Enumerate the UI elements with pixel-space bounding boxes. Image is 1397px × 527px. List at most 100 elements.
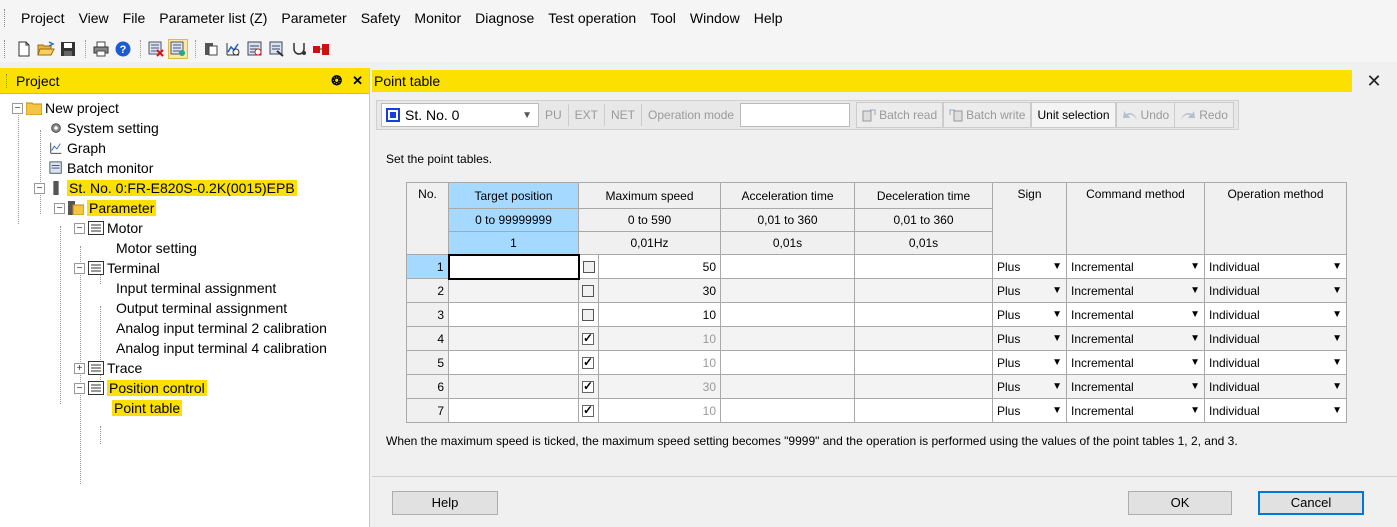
menu-view[interactable]: View	[72, 0, 116, 36]
accel-cell[interactable]	[720, 302, 855, 327]
max-speed-checkbox[interactable]	[582, 309, 594, 322]
sign-select[interactable]: Plus ▼	[992, 302, 1067, 327]
operation-select[interactable]: Individual ▼	[1204, 350, 1347, 375]
max-speed-checkbox[interactable]	[582, 261, 595, 274]
row-number[interactable]: 2	[406, 278, 449, 303]
print-icon[interactable]	[91, 39, 111, 59]
target-position-cell[interactable]	[448, 302, 579, 327]
command-select[interactable]: Incremental ▼	[1066, 398, 1205, 423]
system-online-icon[interactable]	[168, 39, 188, 59]
row-number[interactable]: 3	[406, 302, 449, 327]
menu-help[interactable]: Help	[747, 0, 790, 36]
row-number[interactable]: 4	[406, 326, 449, 351]
sign-select[interactable]: Plus ▼	[992, 254, 1067, 279]
sign-select[interactable]: Plus ▼	[992, 350, 1067, 375]
menu-parameter-list[interactable]: Parameter list (Z)	[152, 0, 274, 36]
tree-node-point-table[interactable]: Point table	[112, 398, 183, 418]
row-number[interactable]: 6	[406, 374, 449, 399]
tree-node-motor[interactable]: − Motor	[74, 218, 143, 238]
tree-node-station[interactable]: − St. No. 0:FR-E820S-0.2K(0015)EPB	[34, 178, 297, 198]
close-icon[interactable]: ✕	[352, 73, 363, 89]
max-speed-cell[interactable]: 50	[598, 254, 721, 279]
diagnosis-icon[interactable]	[267, 39, 287, 59]
help-button[interactable]: Help	[392, 491, 498, 515]
station-select[interactable]: St. No. 0 ▼	[381, 103, 539, 127]
col-header-accel[interactable]: Acceleration time	[720, 182, 855, 209]
decel-cell[interactable]	[854, 374, 993, 399]
menu-project[interactable]: Project	[14, 0, 72, 36]
collapse-icon[interactable]: −	[74, 222, 85, 234]
open-folder-icon[interactable]	[36, 39, 56, 59]
batch-monitor-icon[interactable]	[245, 39, 265, 59]
operation-select[interactable]: Individual ▼	[1204, 326, 1347, 351]
max-speed-checkbox-cell[interactable]	[578, 326, 599, 351]
pin-icon[interactable]: ❂	[331, 73, 342, 89]
col-header-command[interactable]: Command method	[1066, 182, 1205, 255]
max-speed-cell[interactable]: 30	[598, 374, 721, 399]
graph-icon[interactable]	[223, 39, 243, 59]
tree-node-root[interactable]: − New project	[12, 98, 119, 118]
row-number[interactable]: 7	[406, 398, 449, 423]
accel-cell[interactable]	[720, 350, 855, 375]
row-number[interactable]: 1	[406, 254, 449, 279]
decel-cell[interactable]	[854, 350, 993, 375]
decel-cell[interactable]	[854, 398, 993, 423]
accel-cell[interactable]	[720, 254, 855, 279]
collapse-icon[interactable]: −	[12, 102, 23, 114]
target-position-cell[interactable]	[448, 278, 579, 303]
menu-file[interactable]: File	[116, 0, 153, 36]
menu-test-operation[interactable]: Test operation	[541, 0, 643, 36]
save-icon[interactable]	[58, 39, 78, 59]
menu-monitor[interactable]: Monitor	[407, 0, 468, 36]
menu-window[interactable]: Window	[683, 0, 747, 36]
command-select[interactable]: Incremental ▼	[1066, 350, 1205, 375]
tree-node-parameter[interactable]: − Parameter	[54, 198, 157, 218]
target-position-cell[interactable]	[447, 253, 580, 280]
system-offline-icon[interactable]	[146, 39, 166, 59]
disconnect-icon[interactable]	[311, 39, 331, 59]
max-speed-checkbox-cell[interactable]	[578, 398, 599, 423]
target-position-cell[interactable]	[448, 326, 579, 351]
tree-node-batch-monitor[interactable]: Batch monitor	[48, 158, 153, 178]
max-speed-checkbox-cell[interactable]	[578, 350, 599, 375]
max-speed-checkbox[interactable]	[582, 285, 594, 298]
command-select[interactable]: Incremental ▼	[1066, 278, 1205, 303]
decel-cell[interactable]	[854, 326, 993, 351]
tree-node-trace[interactable]: + Trace	[74, 358, 142, 378]
max-speed-checkbox-cell[interactable]	[578, 254, 599, 279]
sign-select[interactable]: Plus ▼	[992, 326, 1067, 351]
col-header-max-speed[interactable]: Maximum speed	[578, 182, 721, 209]
ok-button[interactable]: OK	[1128, 491, 1232, 515]
unit-selection-button[interactable]: Unit selection	[1031, 102, 1116, 128]
expand-icon[interactable]: +	[74, 362, 85, 374]
batch-write-button[interactable]: Batch write	[943, 102, 1032, 128]
ext-button[interactable]: EXT	[567, 104, 604, 126]
max-speed-cell[interactable]: 10	[598, 302, 721, 327]
max-speed-cell[interactable]: 10	[598, 398, 721, 423]
max-speed-checkbox[interactable]	[582, 331, 594, 346]
sign-select[interactable]: Plus ▼	[992, 374, 1067, 399]
max-speed-checkbox[interactable]	[582, 403, 594, 418]
accel-cell[interactable]	[720, 398, 855, 423]
menu-parameter[interactable]: Parameter	[274, 0, 353, 36]
collapse-icon[interactable]: −	[74, 262, 85, 274]
tree-node-input-terminal[interactable]: Input terminal assignment	[116, 278, 276, 298]
command-select[interactable]: Incremental ▼	[1066, 326, 1205, 351]
tree-node-analog2[interactable]: Analog input terminal 2 calibration	[116, 318, 327, 338]
accel-cell[interactable]	[720, 278, 855, 303]
target-position-cell[interactable]	[448, 398, 579, 423]
accel-cell[interactable]	[720, 374, 855, 399]
command-select[interactable]: Incremental ▼	[1066, 254, 1205, 279]
max-speed-cell[interactable]: 10	[598, 350, 721, 375]
operation-select[interactable]: Individual ▼	[1204, 254, 1347, 279]
menu-safety[interactable]: Safety	[354, 0, 408, 36]
menu-diagnose[interactable]: Diagnose	[468, 0, 541, 36]
operation-select[interactable]: Individual ▼	[1204, 398, 1347, 423]
tree-node-analog4[interactable]: Analog input terminal 4 calibration	[116, 338, 327, 358]
collapse-icon[interactable]: −	[74, 382, 85, 394]
redo-button[interactable]: Redo	[1175, 102, 1234, 128]
operation-select[interactable]: Individual ▼	[1204, 302, 1347, 327]
max-speed-checkbox[interactable]	[582, 355, 594, 370]
menu-tool[interactable]: Tool	[643, 0, 683, 36]
max-speed-checkbox-cell[interactable]	[578, 374, 599, 399]
